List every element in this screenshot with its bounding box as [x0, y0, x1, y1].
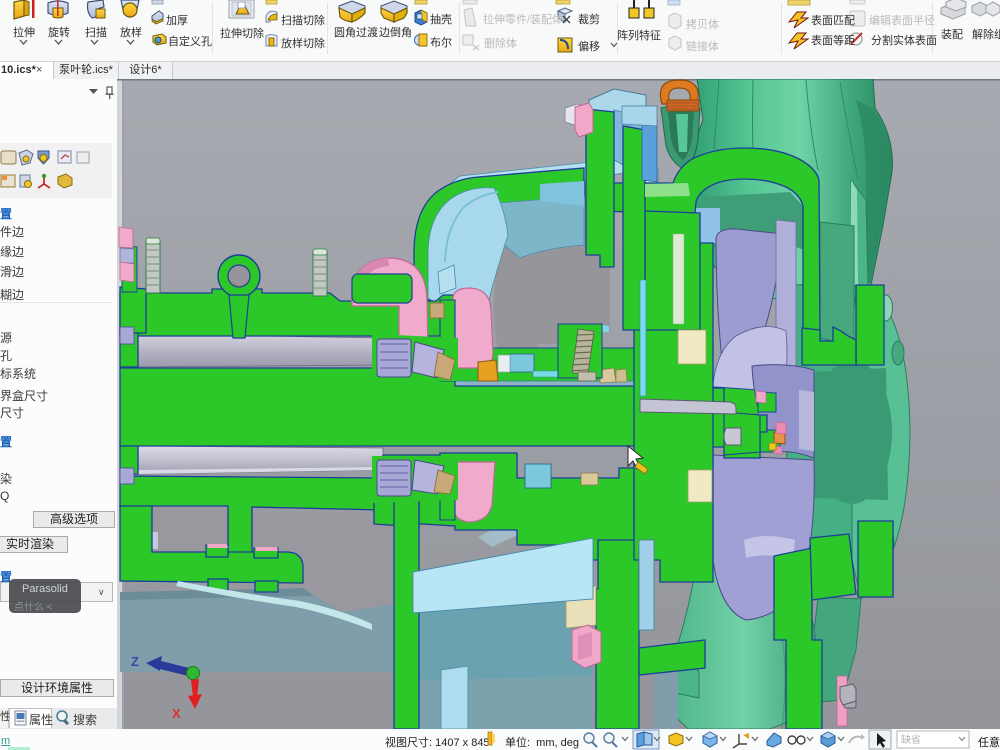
svg-text:X: X — [172, 706, 181, 721]
svg-text:Z: Z — [131, 654, 139, 669]
svg-text:缺省: 缺省 — [901, 733, 921, 746]
